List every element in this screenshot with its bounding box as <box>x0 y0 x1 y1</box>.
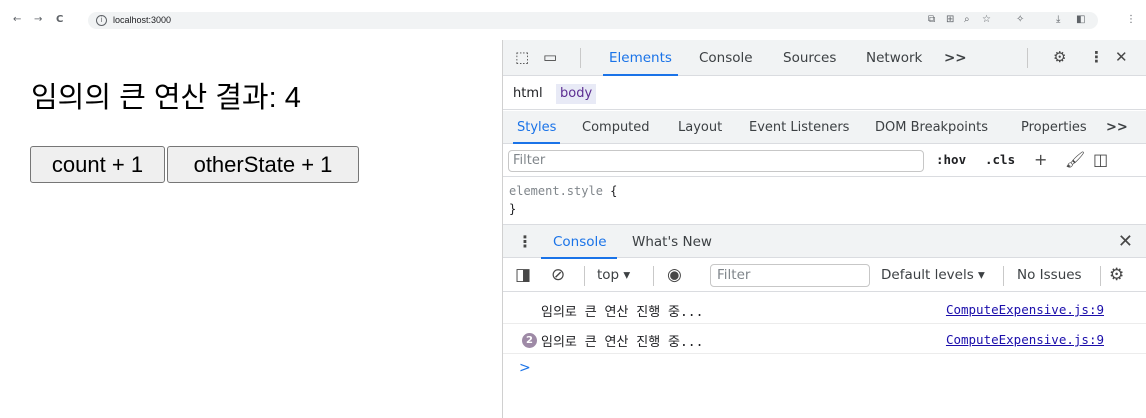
result-heading: 임의의 큰 연산 결과: 4 <box>31 82 301 114</box>
toggle-sidebar-icon[interactable]: ◫ <box>1093 151 1108 169</box>
url-text[interactable]: localhost:3000 <box>113 15 171 25</box>
paint-brush-icon[interactable]: 🖌︎ <box>1065 151 1085 169</box>
tab-elements[interactable]: Elements <box>603 40 678 76</box>
clear-console-icon[interactable]: ⊘ <box>551 265 565 285</box>
more-panes-chevron-icon[interactable]: >> <box>1106 111 1128 144</box>
download-icon[interactable]: ⤓ <box>1056 15 1060 25</box>
element-style-rule: element.style { <box>509 184 617 198</box>
console-prompt-chevron-icon[interactable]: > <box>519 360 531 376</box>
bookmark-star-icon[interactable]: ☆ <box>982 15 991 25</box>
context-selector-label: top <box>597 267 620 283</box>
styles-filter-input[interactable]: Filter <box>508 150 924 172</box>
console-message-source-link[interactable]: ComputeExpensive.js:9 <box>946 332 1104 347</box>
drawer-tab-console[interactable]: Console <box>541 225 617 259</box>
open-brace: { <box>610 184 618 198</box>
hover-state-toggle[interactable]: :hov <box>936 152 966 167</box>
close-brace: } <box>509 202 517 216</box>
tab-layout[interactable]: Layout <box>678 111 722 144</box>
toolbar-divider <box>1027 48 1028 68</box>
extensions-icon[interactable]: ✧ <box>1016 15 1024 25</box>
repeat-count-badge: 2 <box>522 333 537 348</box>
device-toolbar-icon[interactable]: ▭ <box>543 48 557 66</box>
reload-icon[interactable]: C <box>56 15 63 25</box>
log-levels-label: Default levels <box>881 267 974 283</box>
console-message-source-link[interactable]: ComputeExpensive.js:9 <box>946 302 1104 317</box>
close-drawer-icon[interactable]: ✕ <box>1118 231 1133 252</box>
element-style-selector: element.style <box>509 184 603 198</box>
toolbar-divider <box>653 266 654 286</box>
page-content: 임의의 큰 연산 결과: 4 count + 1 otherState + 1 <box>0 40 502 418</box>
tab-styles[interactable]: Styles <box>512 111 561 144</box>
issues-counter[interactable]: No Issues <box>1017 267 1082 283</box>
screen-share-icon[interactable]: ⧉ <box>928 15 935 25</box>
styles-pane-tabs: Styles Computed Layout Event Listeners D… <box>503 111 1146 144</box>
dom-breadcrumb: html body <box>503 77 1146 110</box>
devtools-main-toolbar: ⬚ ▭ Elements Console Sources Network >> … <box>503 40 1146 76</box>
console-message: 임의로 큰 연산 진행 중... ComputeExpensive.js:9 <box>503 295 1146 324</box>
tab-properties[interactable]: Properties <box>1021 111 1087 144</box>
tab-sources[interactable]: Sources <box>783 40 836 76</box>
breadcrumb-body[interactable]: body <box>556 84 597 104</box>
styles-filter-row: Filter :hov .cls + 🖌︎ ◫ <box>503 145 1146 177</box>
zoom-icon[interactable]: ⌕ <box>964 15 970 25</box>
breadcrumb-html[interactable]: html <box>509 84 547 104</box>
side-panel-icon[interactable]: ◧ <box>1076 15 1085 25</box>
console-toolbar: ◨ ⊘ top ▾ ◉ Filter Default levels ▾ No I… <box>503 259 1146 292</box>
drawer-menu-kebab-icon[interactable]: ⋮ <box>517 232 533 251</box>
back-icon[interactable]: ← <box>13 15 21 25</box>
tab-computed[interactable]: Computed <box>582 111 650 144</box>
site-info-icon[interactable]: i <box>96 15 107 26</box>
devtools-panel: ⬚ ▭ Elements Console Sources Network >> … <box>502 40 1146 418</box>
tab-console[interactable]: Console <box>699 40 753 76</box>
new-style-rule-icon[interactable]: + <box>1034 151 1047 169</box>
console-settings-gear-icon[interactable]: ⚙ <box>1109 265 1124 285</box>
more-tabs-chevron-icon[interactable]: >> <box>944 40 967 76</box>
log-levels-dropdown[interactable]: Default levels ▾ <box>881 267 985 283</box>
menu-icon[interactable]: ⋮ <box>1126 15 1136 25</box>
forward-icon[interactable]: → <box>34 15 42 25</box>
console-message-text: 임의로 큰 연산 진행 중... <box>541 335 704 350</box>
style-rules: element.style { } <box>503 178 1146 222</box>
toolbar-divider <box>580 48 581 68</box>
console-filter-input[interactable]: Filter <box>710 264 870 287</box>
translate-icon[interactable]: ⊞ <box>946 15 954 25</box>
close-devtools-icon[interactable]: ✕ <box>1115 48 1128 66</box>
toolbar-divider <box>1003 266 1004 286</box>
tab-network[interactable]: Network <box>866 40 922 76</box>
toolbar-divider <box>1100 266 1101 286</box>
other-state-increment-button[interactable]: otherState + 1 <box>167 146 359 183</box>
console-message-text: 임의로 큰 연산 진행 중... <box>541 305 704 320</box>
show-sidebar-icon[interactable]: ◨ <box>515 265 531 285</box>
tab-event-listeners[interactable]: Event Listeners <box>749 111 849 144</box>
console-message: 2 임의로 큰 연산 진행 중... ComputeExpensive.js:9 <box>503 325 1146 354</box>
class-toggle[interactable]: .cls <box>985 152 1015 167</box>
count-increment-button[interactable]: count + 1 <box>30 146 165 183</box>
drawer-tabbar: ⋮ Console What's New ✕ <box>503 224 1146 259</box>
live-expression-eye-icon[interactable]: ◉ <box>667 265 682 285</box>
drawer-tab-whats-new[interactable]: What's New <box>632 225 712 259</box>
inspect-element-icon[interactable]: ⬚ <box>515 48 529 66</box>
settings-gear-icon[interactable]: ⚙ <box>1053 48 1066 66</box>
toolbar-divider <box>584 266 585 286</box>
tab-dom-breakpoints[interactable]: DOM Breakpoints <box>875 111 988 144</box>
context-selector[interactable]: top ▾ <box>597 267 630 283</box>
browser-toolbar: ← → C i localhost:3000 ⧉ ⊞ ⌕ ☆ ✧ ⤓ ◧ ⋮ <box>0 0 1146 40</box>
customize-kebab-icon[interactable]: ⋮ <box>1089 48 1104 66</box>
